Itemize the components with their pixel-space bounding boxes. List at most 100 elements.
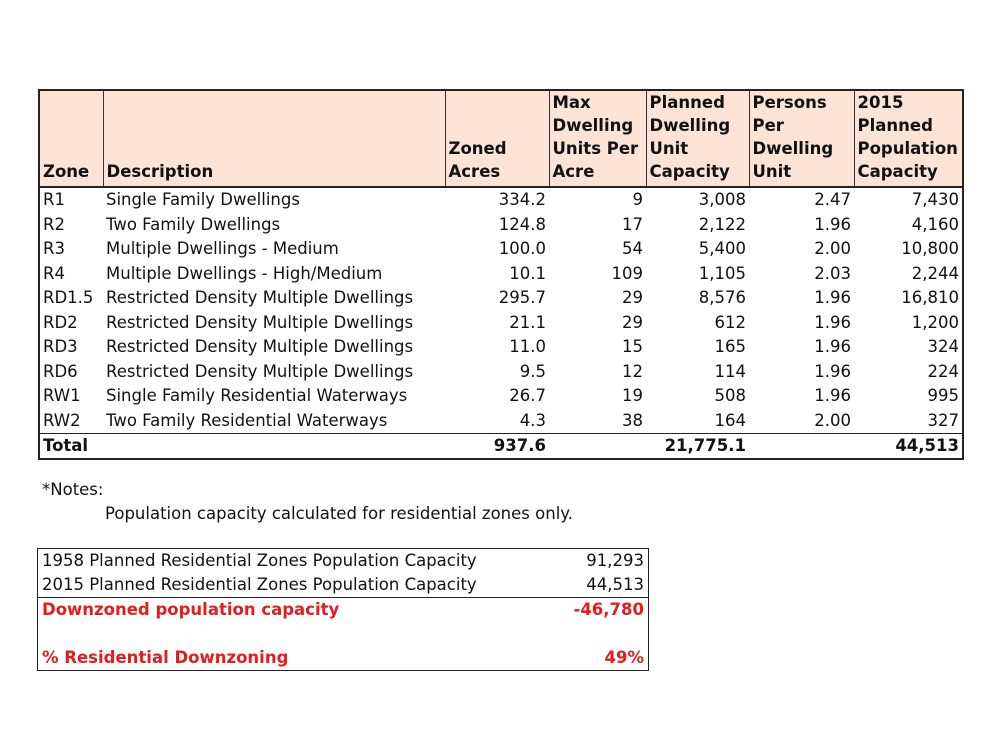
max-units-cell: 38 [622, 410, 643, 430]
zoned-acres-cell: 295.7 [498, 288, 546, 308]
summary-value: 91,293 [586, 551, 644, 570]
description-cell: Single Family Dwellings [103, 186, 445, 213]
persons-cell: 2.00 [814, 239, 851, 259]
persons-cell: 1.96 [814, 361, 851, 381]
description-cell: Two Family Dwellings [106, 214, 281, 234]
percent-value: 49% [604, 648, 645, 667]
max-units-cell: 54 [622, 239, 643, 259]
population-cell: 224 [927, 361, 960, 381]
max-units-cell: 29 [622, 312, 643, 332]
downzoned-value: -46,780 [537, 597, 649, 622]
header-row: Zone Description Zoned Acres Max Dwellin… [38, 89, 964, 188]
table-row: RW1 Single Family Residential Waterways 26… [39, 384, 963, 409]
total-population: 44,513 [854, 433, 963, 459]
percent-label: % Residential Downzoning [42, 648, 289, 667]
notes-text: Population capacity calculated for resid… [105, 504, 573, 523]
zone-cell: R3 [43, 239, 65, 259]
summary-label: 2015 Planned Residential Zones Populatio… [42, 575, 477, 594]
planned-units-cell: 114 [714, 361, 747, 381]
planned-units-cell: 3,008 [646, 186, 749, 213]
zoned-acres-cell: 4.3 [519, 410, 546, 430]
header-planned-dwelling-units: Planned Dwelling Unit Capacity [645, 89, 750, 188]
zone-cell: RD6 [43, 361, 78, 381]
description-cell: Multiple Dwellings - High/Medium [106, 263, 383, 283]
zoned-acres-cell: 100.0 [498, 239, 546, 259]
total-row: Total 937.6 21,775.1 44,513 [39, 433, 963, 459]
table-row: R3 Multiple Dwellings - Medium 100.0 54 5,40… [39, 237, 963, 262]
planned-units-cell: 2,122 [698, 214, 746, 234]
max-units-cell: 15 [622, 337, 643, 357]
zone-cell: RW2 [43, 410, 81, 430]
zoning-capacity-table: Zone Description Zoned Acres Max Dwellin… [38, 89, 964, 460]
zone-cell: RD3 [43, 337, 78, 357]
max-units-cell: 109 [611, 263, 644, 283]
planned-units-cell: 8,576 [698, 288, 746, 308]
zoned-acres-cell: 9.5 [519, 361, 546, 381]
persons-cell: 1.96 [814, 386, 851, 406]
description-cell: Restricted Density Multiple Dwellings [106, 337, 414, 357]
total-description [103, 433, 445, 459]
summary-value: 44,513 [586, 575, 644, 594]
planned-units-cell: 5,400 [698, 239, 746, 259]
persons-cell: 1.96 [814, 214, 851, 234]
description-cell: Single Family Residential Waterways [106, 386, 408, 406]
downzoning-summary-table: 1958 Planned Residential Zones Populatio… [37, 548, 649, 671]
zoned-acres-cell: 334.2 [445, 186, 549, 213]
zone-cell: R2 [43, 214, 65, 234]
table-row: RD2 Restricted Density Multiple Dwellings… [39, 311, 963, 336]
notes-title: *Notes: [42, 480, 104, 499]
total-label: Total [39, 433, 103, 459]
persons-cell: 1.96 [814, 312, 851, 332]
table-row: RD6 Restricted Density Multiple Dwellings… [39, 360, 963, 385]
population-cell: 7,430 [854, 186, 963, 213]
population-cell: 10,800 [901, 239, 959, 259]
population-cell: 4,160 [911, 214, 959, 234]
zone-cell: RD1.5 [43, 288, 94, 308]
description-cell: Restricted Density Multiple Dwellings [106, 361, 414, 381]
downzoned-label: Downzoned population capacity [37, 597, 538, 622]
table-row: R2 Two Family Dwellings 124.8 17 2,122 1.96 4,… [39, 213, 963, 238]
planned-units-cell: 165 [714, 337, 747, 357]
total-max-units [549, 433, 646, 459]
max-units-cell: 29 [622, 288, 643, 308]
header-zoned-acres: Zoned Acres [444, 89, 550, 188]
population-cell: 1,200 [911, 312, 959, 332]
table-row: RD3 Restricted Density Multiple Dwellings… [39, 335, 963, 360]
population-cell: 324 [927, 337, 960, 357]
header-description: Description [102, 89, 446, 188]
summary-row: 1958 Planned Residential Zones Populatio… [38, 549, 649, 574]
zoned-acres-cell: 21.1 [509, 312, 546, 332]
total-acres: 937.6 [445, 433, 549, 459]
max-units-cell: 12 [622, 361, 643, 381]
total-planned-units: 21,775.1 [646, 433, 749, 459]
summary-label: 1958 Planned Residential Zones Populatio… [42, 551, 477, 570]
planned-units-cell: 1,105 [698, 263, 746, 283]
downzoned-row: Downzoned population capacity -46,780 [37, 597, 649, 622]
zone-cell: RW1 [43, 386, 81, 406]
zone-cell: R4 [43, 263, 65, 283]
description-cell: Two Family Residential Waterways [106, 410, 388, 430]
header-zone: Zone [38, 89, 104, 188]
table-row: R4 Multiple Dwellings - High/Medium 10.1 10… [39, 262, 963, 287]
persons-cell: 2.47 [749, 186, 854, 213]
persons-cell: 1.96 [814, 337, 851, 357]
description-cell: Restricted Density Multiple Dwellings [106, 288, 414, 308]
header-max-dwelling-units: Max Dwelling Units Per Acre [548, 89, 647, 188]
spacer-row [38, 622, 649, 646]
table-row: RD1.5 Restricted Density Multiple Dwellin… [39, 286, 963, 311]
population-cell: 327 [927, 410, 960, 430]
zoned-acres-cell: 26.7 [509, 386, 546, 406]
planned-units-cell: 508 [714, 386, 747, 406]
table-row: RW2 Two Family Residential Waterways 4.3 38… [39, 409, 963, 434]
description-cell: Multiple Dwellings - Medium [106, 239, 339, 259]
percent-row: % Residential Downzoning 49% [38, 646, 649, 671]
max-units-cell: 19 [622, 386, 643, 406]
zone-cell: RD2 [43, 312, 78, 332]
population-cell: 995 [927, 386, 960, 406]
max-units-cell: 9 [549, 186, 646, 213]
persons-cell: 1.96 [814, 288, 851, 308]
header-persons-per-unit: Persons Per Dwelling Unit [748, 89, 855, 188]
zoned-acres-cell: 10.1 [509, 263, 546, 283]
planned-units-cell: 612 [714, 312, 747, 332]
table-row: R1 Single Family Dwellings 334.2 9 3,008 2.47… [39, 186, 963, 213]
